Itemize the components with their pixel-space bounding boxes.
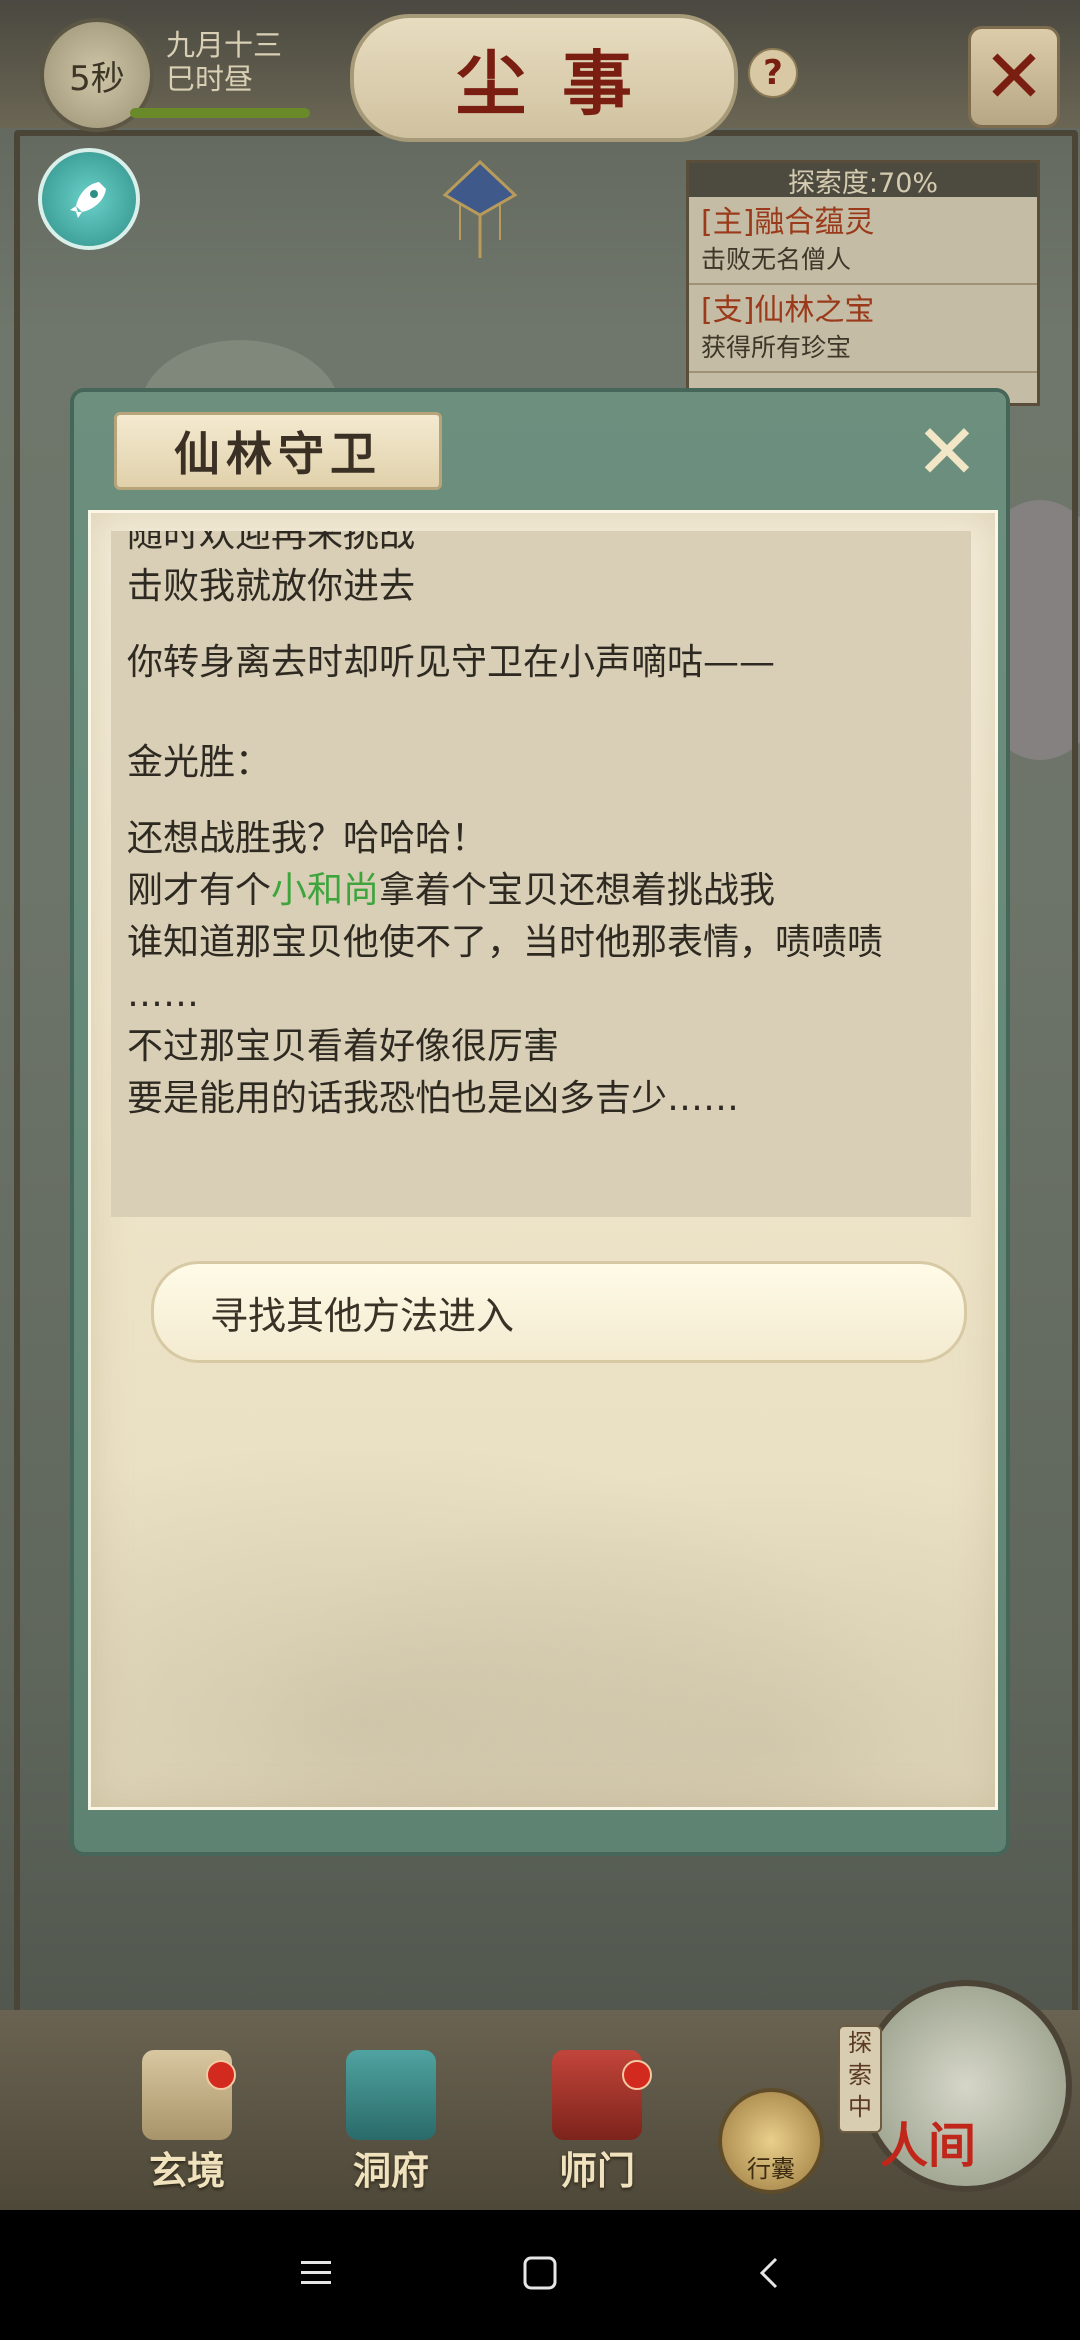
game-date: 九月十三 巳时昼 bbox=[166, 28, 282, 96]
world-button[interactable]: 人间 bbox=[860, 1980, 1072, 2192]
notification-dot bbox=[622, 2060, 652, 2090]
quest-desc: 获得所有珍宝 bbox=[701, 333, 852, 362]
dialog-line: 击败我就放你进去 bbox=[127, 566, 416, 607]
dialog-line: …… bbox=[127, 974, 199, 1015]
dialog-line: 随时欢迎再来挑战 bbox=[127, 531, 416, 555]
quest-item-main[interactable]: [主]融合蕴灵 击败无名僧人 bbox=[689, 197, 1037, 285]
timer-text: 5秒 bbox=[69, 58, 125, 99]
help-icon[interactable]: ? bbox=[748, 48, 798, 98]
dialog-window: 仙林守卫 ✕ 随时欢迎再来挑战 击败我就放你进去 你转身离去时却听见守卫在小声嘀… bbox=[74, 392, 1006, 1852]
highlight-name: 小和尚 bbox=[271, 870, 380, 911]
notification-dot bbox=[206, 2060, 236, 2090]
menu-icon[interactable] bbox=[298, 2255, 334, 2291]
quest-item-side[interactable]: [支]仙林之宝 获得所有珍宝 bbox=[689, 285, 1037, 373]
nav-dongfu[interactable]: 洞府 bbox=[326, 2050, 456, 2200]
rocket-glyph bbox=[70, 182, 106, 218]
back-icon[interactable] bbox=[752, 2255, 788, 2291]
nav-label: 洞府 bbox=[352, 2148, 429, 2193]
bag-label: 行囊 bbox=[747, 2155, 795, 2183]
exploring-tag: 探索中 bbox=[838, 2025, 882, 2133]
page-title-plaque: 尘事 bbox=[350, 14, 738, 142]
quest-desc: 击败无名僧人 bbox=[701, 245, 852, 274]
dialog-header: 仙林守卫 ✕ bbox=[74, 392, 1006, 500]
text-segment: 拿着个宝贝还想着挑战我 bbox=[379, 870, 776, 911]
dialog-text-scroll[interactable]: 随时欢迎再来挑战 击败我就放你进去 你转身离去时却听见守卫在小声嘀咕—— 金光胜… bbox=[111, 531, 971, 1217]
world-label: 人间 bbox=[880, 2118, 977, 2174]
nav-label: 玄境 bbox=[148, 2148, 225, 2193]
dialog-line: 谁知道那宝贝他使不了，当时他那表情，啧啧啧 bbox=[127, 922, 884, 963]
dialog-line: 不过那宝贝看着好像很厉害 bbox=[127, 1026, 560, 1067]
rocket-icon[interactable] bbox=[38, 148, 140, 250]
dialog-line: 你转身离去时却听见守卫在小声嘀咕—— bbox=[127, 642, 776, 683]
text-segment: 刚才有个 bbox=[127, 870, 272, 911]
time-line: 巳时昼 bbox=[166, 62, 254, 96]
dialog-line: 还想战胜我？哈哈哈！ bbox=[127, 818, 488, 859]
home-icon[interactable] bbox=[522, 2255, 558, 2291]
time-progress-bar bbox=[130, 108, 310, 118]
dialog-line: 要是能用的话我恐怕也是凶多吉少…… bbox=[127, 1078, 740, 1119]
mountain-mist-decoration bbox=[91, 1387, 995, 1807]
dialog-title: 仙林守卫 bbox=[174, 427, 382, 481]
dialog-title-plaque: 仙林守卫 bbox=[114, 412, 442, 490]
quest-title: [主]融合蕴灵 bbox=[701, 205, 875, 240]
choice-option-button[interactable]: 寻找其他方法进入 bbox=[151, 1261, 967, 1363]
date-line: 九月十三 bbox=[166, 28, 283, 62]
dialog-line: 刚才有个小和尚拿着个宝贝还想着挑战我 bbox=[127, 865, 957, 917]
exploration-progress: 探索度:70% bbox=[689, 163, 1037, 199]
system-nav-bar bbox=[0, 2210, 1080, 2340]
dialog-paper: 随时欢迎再来挑战 击败我就放你进去 你转身离去时却听见守卫在小声嘀咕—— 金光胜… bbox=[88, 510, 998, 1810]
nav-label: 师门 bbox=[558, 2148, 635, 2193]
bag-button[interactable]: 行囊 bbox=[718, 2088, 824, 2194]
pavilion-icon bbox=[346, 2050, 436, 2140]
close-scene-button[interactable]: ✕ bbox=[968, 26, 1060, 128]
quest-panel[interactable]: 探索度:70% [主]融合蕴灵 击败无名僧人 [支]仙林之宝 获得所有珍宝 bbox=[686, 160, 1040, 406]
close-icon: ✕ bbox=[982, 34, 1045, 120]
speaker-name: 金光胜： bbox=[127, 742, 272, 783]
lantern-icon bbox=[442, 160, 518, 258]
quest-title: [支]仙林之宝 bbox=[701, 293, 875, 328]
choice-option-label: 寻找其他方法进入 bbox=[210, 1293, 515, 1338]
dialog-text: 随时欢迎再来挑战 击败我就放你进去 你转身离去时却听见守卫在小声嘀咕—— 金光胜… bbox=[127, 531, 957, 1125]
page-title: 尘事 bbox=[456, 41, 668, 125]
close-icon[interactable]: ✕ bbox=[912, 407, 982, 496]
